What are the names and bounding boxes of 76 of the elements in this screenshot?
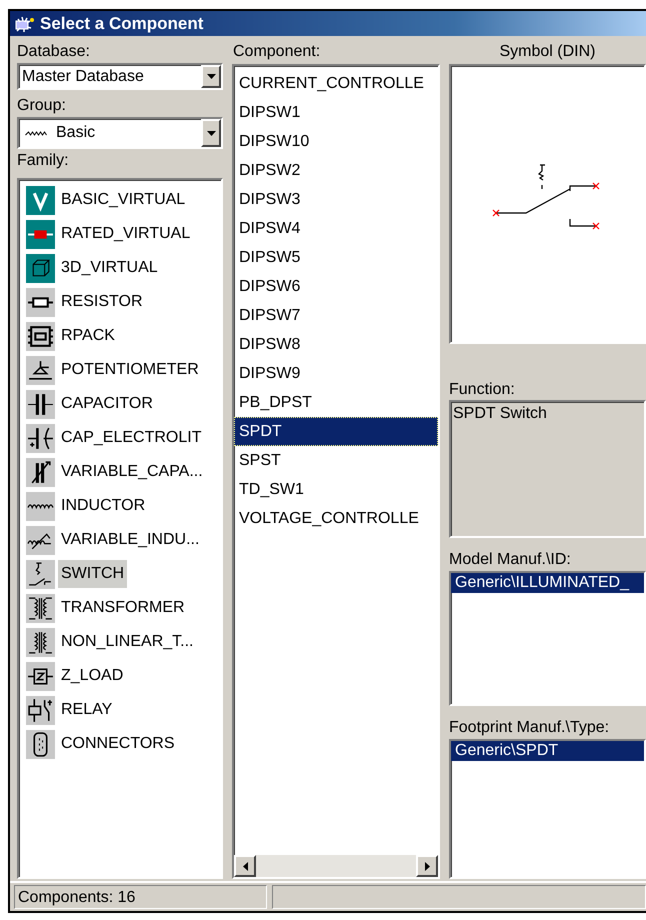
cube-icon [26,254,55,282]
variable-inductor-icon [26,526,55,554]
family-item[interactable]: POTENTIOMETER [58,356,202,384]
family-item[interactable]: Z_LOAD [58,662,126,690]
family-item[interactable]: RELAY [58,696,116,724]
family-item[interactable]: TRANSFORMER [58,594,188,622]
family-item[interactable]: NON_LINEAR_T... [58,628,196,656]
scroll-left-button[interactable] [234,855,256,877]
component-item[interactable]: PB_DPST [234,388,438,417]
family-item[interactable]: INDUCTOR [58,492,148,520]
transformer-icon [26,594,55,622]
family-item[interactable]: RPACK [58,322,118,350]
component-item[interactable]: DIPSW3 [234,185,438,214]
field-label: Model Manuf.\ID: [449,550,571,568]
group-dropdown[interactable]: Basic [17,117,223,149]
component-item[interactable]: DIPSW4 [234,214,438,243]
field-label: Component: [233,42,320,58]
field-label: Database: [17,42,90,58]
symbol-title: Symbol (DIN) [499,42,596,58]
connector-icon [26,730,55,758]
family-item[interactable]: VARIABLE_INDU... [58,526,202,554]
component-item[interactable]: DIPSW2 [234,156,438,185]
component-item[interactable]: DIPSW8 [234,330,438,359]
footprint-item[interactable]: Generic\SPDT [451,741,644,761]
resistor-pack-icon [26,322,55,350]
function-field[interactable]: SPDT Switch [449,400,646,538]
family-item[interactable]: 3D_VIRTUAL [58,254,161,282]
component-item[interactable]: SPST [234,446,438,475]
family-item[interactable]: BASIC_VIRTUAL [58,186,188,214]
component-item[interactable]: DIPSW1 [234,98,438,127]
wave-icon [25,130,47,136]
component-item[interactable]: DIPSW5 [234,243,438,272]
resistor-icon [26,288,55,316]
family-item[interactable]: CAPACITOR [58,390,156,418]
component-item[interactable]: DIPSW9 [234,359,438,388]
variable-capacitor-icon [26,458,55,486]
caret-icon [206,130,216,136]
v-shape-icon [26,186,55,214]
component-item[interactable]: DIPSW7 [234,301,438,330]
potentiometer-icon [26,356,55,384]
family-item[interactable]: CONNECTORS [58,730,178,758]
scroll-right-button[interactable] [416,855,438,877]
caret-icon [206,74,216,79]
horizontal-scrollbar[interactable] [234,855,438,877]
load-icon [26,662,55,690]
fuse-icon [26,220,55,248]
model-item[interactable]: Generic\ILLUMINATED_ [451,573,644,593]
window-title: Select a Component [40,14,204,34]
component-item[interactable]: CURRENT_CONTROLLE [234,69,438,98]
inductor-icon [26,492,55,520]
electrolytic-capacitor-icon [26,424,55,452]
component-count: Components: 16 [14,885,267,909]
field-label: Function: [449,380,515,398]
switch-icon [26,560,55,588]
dropdown-button[interactable] [201,119,221,147]
component-item[interactable]: DIPSW6 [234,272,438,301]
dropdown-button[interactable] [201,65,221,88]
component-item[interactable]: DIPSW10 [234,127,438,156]
family-item[interactable]: VARIABLE_CAPA... [58,458,206,486]
field-label: Footprint Manuf.\Type: [449,718,610,736]
component-item[interactable]: VOLTAGE_CONTROLLE [234,504,438,533]
family-item[interactable]: SWITCH [58,560,128,588]
family-item[interactable]: RATED_VIRTUAL [58,220,194,248]
left-arrow-icon [242,862,248,870]
transformer-icon [26,628,55,656]
component-item[interactable]: TD_SW1 [234,475,438,504]
family-item[interactable]: RESISTOR [58,288,146,316]
app-icon [14,14,36,32]
component-item[interactable]: SPDT [234,417,438,446]
field-label: Group: [17,96,66,112]
field-label: Family: [17,151,69,171]
family-item[interactable]: CAP_ELECTROLIT [58,424,204,452]
right-arrow-icon [424,862,430,870]
relay-icon [26,696,55,724]
database-dropdown[interactable]: Master Database [17,63,223,90]
capacitor-icon [26,390,55,418]
